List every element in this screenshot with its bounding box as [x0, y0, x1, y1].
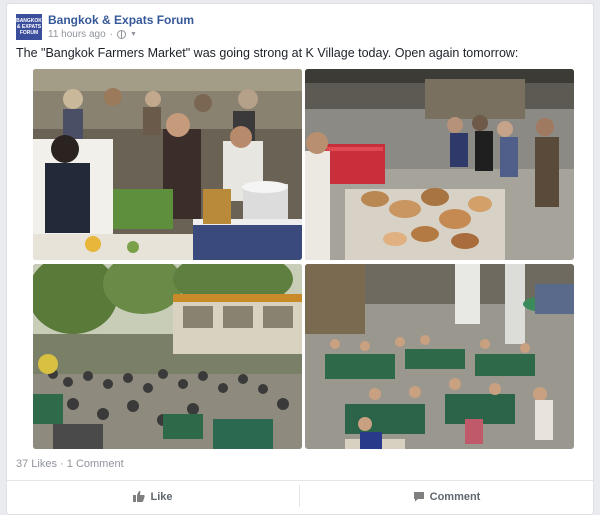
market-photo-aerial-view[interactable]: [305, 264, 574, 449]
post-card: BANGKOK & EXPATS FORUM Bangkok & Expats …: [6, 3, 594, 515]
page-name-link[interactable]: Bangkok & Expats Forum: [48, 13, 194, 27]
stats-separator: ·: [60, 458, 64, 470]
engagement-stats: 37 Likes · 1 Comment: [16, 458, 124, 470]
thumbs-up-icon: [133, 491, 146, 502]
comments-count-link[interactable]: 1 Comment: [67, 458, 124, 470]
market-photo-vendor-stall[interactable]: [33, 69, 302, 260]
photo-vendor-stall-image: [33, 69, 302, 260]
avatar-logo-text: BANGKOK & EXPATS FORUM: [16, 18, 42, 36]
separator-dot: ·: [109, 29, 113, 40]
chevron-down-icon[interactable]: ▼: [130, 31, 137, 38]
photo-outdoor-plaza-image: [33, 264, 302, 449]
comment-button[interactable]: Comment: [300, 481, 593, 512]
comment-label: Comment: [429, 490, 481, 503]
post-timestamp[interactable]: 11 hours ago: [48, 29, 106, 40]
market-photo-bread-table[interactable]: [305, 69, 574, 260]
post-meta: 11 hours ago · ▼: [48, 29, 137, 40]
likes-count-link[interactable]: 37 Likes: [16, 458, 57, 470]
globe-icon: [116, 30, 126, 39]
photo-aerial-view-image: [305, 264, 574, 449]
page-avatar[interactable]: BANGKOK & EXPATS FORUM: [16, 14, 42, 40]
speech-bubble-icon: [413, 492, 424, 502]
like-label: Like: [150, 490, 173, 503]
post-text: The "Bangkok Farmers Market" was going s…: [16, 46, 519, 60]
market-photo-outdoor-plaza[interactable]: [33, 264, 302, 449]
like-button[interactable]: Like: [7, 481, 299, 512]
photo-bread-table-image: [305, 69, 574, 260]
